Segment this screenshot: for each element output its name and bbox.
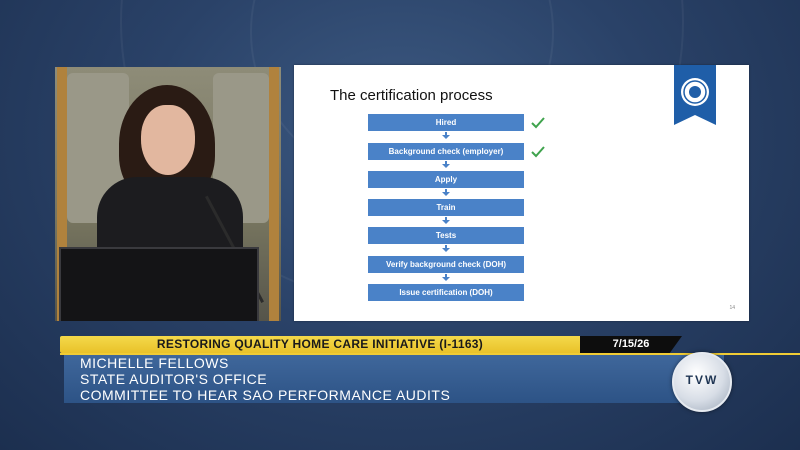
slide-title: The certification process (330, 87, 493, 104)
tvw-logo-text: TVW (685, 373, 719, 387)
step-apply: Apply (368, 171, 524, 188)
speaker-name: MICHELLE FELLOWS (80, 355, 229, 371)
flow-arrow (442, 245, 450, 252)
flow-arrow (442, 217, 450, 224)
checkmark-icon (531, 117, 545, 129)
step-train: Train (368, 199, 524, 216)
flow-arrow (442, 189, 450, 196)
flow-arrow (442, 161, 450, 168)
flow-arrow (442, 132, 450, 139)
tvw-logo-icon: TVW (672, 352, 732, 412)
step-issue-certification-doh: Issue certification (DOH) (368, 284, 524, 301)
step-background-check-employer: Background check (employer) (368, 143, 524, 160)
chair-frame (269, 67, 279, 321)
desk-monitor (59, 247, 259, 321)
speaker-info-box: MICHELLE FELLOWS STATE AUDITOR'S OFFICE … (64, 355, 724, 403)
state-auditor-seal-icon (674, 65, 716, 125)
program-title-bar: RESTORING QUALITY HOME CARE INITIATIVE (… (60, 336, 580, 353)
presentation-slide: The certification process Hired Backgrou… (294, 65, 749, 321)
flow-arrow (442, 274, 450, 281)
step-hired: Hired (368, 114, 524, 131)
person-face (141, 105, 195, 175)
slide-page-number: 14 (729, 305, 735, 311)
committee-name: COMMITTEE TO HEAR SAO PERFORMANCE AUDITS (80, 387, 451, 403)
checkmark-icon (531, 146, 545, 158)
speaker-organization: STATE AUDITOR'S OFFICE (80, 371, 268, 387)
program-title: RESTORING QUALITY HOME CARE INITIATIVE (… (156, 337, 484, 351)
broadcast-date: 7/15/26 (580, 336, 682, 353)
step-verify-background-check-doh: Verify background check (DOH) (368, 256, 524, 273)
camera-feed (55, 67, 281, 321)
step-tests: Tests (368, 227, 524, 244)
